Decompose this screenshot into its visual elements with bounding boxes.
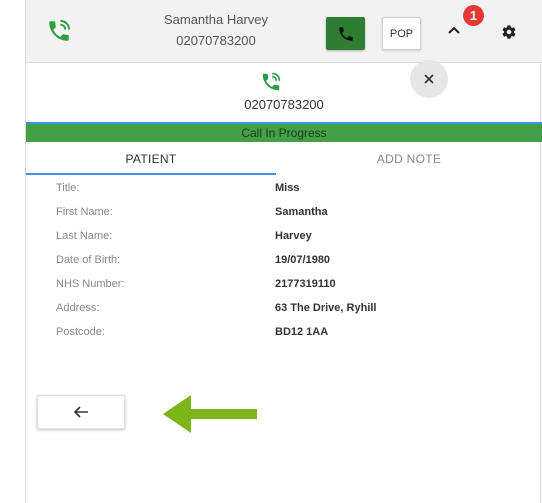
field-value: 63 The Drive, Ryhill <box>275 302 377 314</box>
field-value: Harvey <box>275 230 312 242</box>
chevron-up-icon[interactable] <box>446 22 462 38</box>
field-value: BD12 1AA <box>275 326 329 338</box>
tab-add-note[interactable]: ADD NOTE <box>276 143 542 175</box>
field-label: Title: <box>56 182 80 194</box>
patient-row-title: Title: Miss <box>26 177 542 201</box>
field-value: Miss <box>275 182 300 194</box>
gear-icon[interactable] <box>501 24 517 40</box>
caller-number: 02070783200 <box>176 33 256 48</box>
tab-patient[interactable]: PATIENT <box>26 143 276 175</box>
field-label: Date of Birth: <box>56 254 121 266</box>
field-label: NHS Number: <box>56 278 125 290</box>
patient-row-dob: Date of Birth: 19/07/1980 <box>26 249 542 273</box>
field-label: Postcode: <box>56 326 105 338</box>
phone-in-call-icon <box>49 20 70 41</box>
arrow-left-icon <box>73 406 88 418</box>
close-button[interactable] <box>410 60 448 98</box>
notification-badge[interactable]: 1 <box>463 5 484 26</box>
patient-details: Title: Miss First Name: Samantha Last Na… <box>26 177 542 345</box>
patient-row-last-name: Last Name: Harvey <box>26 225 542 249</box>
caller-name: Samantha Harvey <box>163 12 269 27</box>
pop-button[interactable]: POP <box>382 17 421 50</box>
softphone-panel: Samantha Harvey 02070783200 POP 1 020707… <box>25 0 542 503</box>
patient-row-address: Address: 63 The Drive, Ryhill <box>26 297 542 321</box>
call-button[interactable] <box>326 17 365 50</box>
back-button[interactable] <box>37 395 125 429</box>
call-number: 02070783200 <box>244 97 324 112</box>
phone-in-call-icon <box>262 72 281 91</box>
call-status-bar: Call In Progress <box>26 124 542 142</box>
patient-row-nhs-number: NHS Number: 2177319110 <box>26 273 542 297</box>
arrow-pointer-icon <box>163 395 257 433</box>
patient-row-postcode: Postcode: BD12 1AA <box>26 321 542 345</box>
close-icon <box>424 74 434 84</box>
field-label: Address: <box>56 302 100 314</box>
field-label: Last Name: <box>56 230 113 242</box>
patient-row-first-name: First Name: Samantha <box>26 201 542 225</box>
field-value: 2177319110 <box>275 278 336 290</box>
field-value: Samantha <box>275 206 328 218</box>
top-bar: Samantha Harvey 02070783200 POP 1 <box>26 0 542 63</box>
field-value: 19/07/1980 <box>275 254 331 266</box>
phone-icon <box>338 26 353 41</box>
field-label: First Name: <box>56 206 113 218</box>
